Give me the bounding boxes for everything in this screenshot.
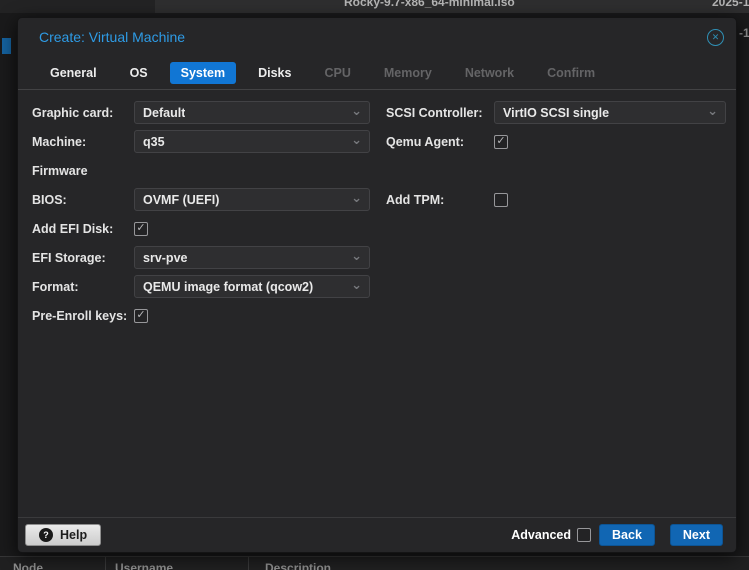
efi-storage-value: srv-pve [143,251,187,265]
scsi-controller-label: SCSI Controller: [386,106,494,120]
graphic-card-select[interactable]: Default ⌄ [134,101,370,124]
footer-actions: Advanced Back Next [511,524,723,546]
form-row-add-tpm: Add TPM: [386,185,726,214]
chevron-down-icon: ⌄ [707,111,718,115]
bios-value: OVMF (UEFI) [143,193,219,207]
background-table-header: Node Username Description [0,556,749,570]
form-row-format: Format: QEMU image format (qcow2) ⌄ [32,272,370,301]
format-select[interactable]: QEMU image format (qcow2) ⌄ [134,275,370,298]
form-row-graphic-card: Graphic card: Default ⌄ [32,98,370,127]
form-row-machine: Machine: q35 ⌄ [32,127,370,156]
form-row-qemu-agent: Qemu Agent: ✓ [386,127,726,156]
tab-memory: Memory [373,62,443,84]
add-tpm-label: Add TPM: [386,193,494,207]
tab-network: Network [454,62,525,84]
form-section-firmware: Firmware [32,156,370,185]
background-second-row-fragment: -1 [739,26,749,40]
graphic-card-value: Default [143,106,185,120]
form-row-add-efi-disk: Add EFI Disk: ✓ [32,214,370,243]
background-date-fragment: 2025-1 [712,0,749,9]
form-row-efi-storage: EFI Storage: srv-pve ⌄ [32,243,370,272]
background-iso-filename: Rocky-9.7-x86_64-minimal.iso [344,0,515,9]
question-circle-icon: ? [39,528,53,542]
machine-select[interactable]: q35 ⌄ [134,130,370,153]
column-divider [248,557,249,570]
form-column-right: SCSI Controller: VirtIO SCSI single ⌄ Qe… [386,98,726,214]
form-row-spacer [386,156,726,185]
pre-enroll-keys-checkbox[interactable]: ✓ [134,309,148,323]
column-header-description: Description [265,561,331,570]
column-header-username: Username [115,561,173,570]
help-button-label: Help [60,528,87,542]
tab-disks[interactable]: Disks [247,62,302,84]
qemu-agent-checkbox[interactable]: ✓ [494,135,508,149]
tab-general[interactable]: General [39,62,108,84]
background-iso-table-row: Rocky-9.7-x86_64-minimal.iso 2025-1 [0,0,749,13]
pre-enroll-keys-label: Pre-Enroll keys: [32,309,134,323]
efi-storage-label: EFI Storage: [32,251,134,265]
form-row-bios: BIOS: OVMF (UEFI) ⌄ [32,185,370,214]
background-selected-item-fragment [2,38,11,54]
graphic-card-label: Graphic card: [32,106,134,120]
create-vm-dialog: Create: Virtual Machine ✕ General OS Sys… [17,17,737,553]
add-efi-disk-label: Add EFI Disk: [32,222,134,236]
efi-storage-select[interactable]: srv-pve ⌄ [134,246,370,269]
bios-select[interactable]: OVMF (UEFI) ⌄ [134,188,370,211]
dialog-footer: ? Help Advanced Back Next [18,517,736,552]
tab-confirm: Confirm [536,62,606,84]
machine-label: Machine: [32,135,134,149]
dialog-title: Create: Virtual Machine [39,29,185,45]
back-button[interactable]: Back [599,524,655,546]
chevron-down-icon: ⌄ [351,140,362,144]
bios-label: BIOS: [32,193,134,207]
firmware-section-label: Firmware [32,164,134,178]
form-row-pre-enroll-keys: Pre-Enroll keys: ✓ [32,301,370,330]
chevron-down-icon: ⌄ [351,285,362,289]
advanced-checkbox[interactable] [577,528,591,542]
machine-value: q35 [143,135,165,149]
scsi-controller-value: VirtIO SCSI single [503,106,609,120]
chevron-down-icon: ⌄ [351,198,362,202]
tab-os[interactable]: OS [119,62,159,84]
wizard-tab-bar: General OS System Disks CPU Memory Netwo… [18,56,736,89]
dialog-header: Create: Virtual Machine ✕ [18,18,736,56]
tab-cpu: CPU [313,62,361,84]
tab-system[interactable]: System [170,62,236,84]
format-label: Format: [32,280,134,294]
add-efi-disk-checkbox[interactable]: ✓ [134,222,148,236]
qemu-agent-label: Qemu Agent: [386,135,494,149]
next-button[interactable]: Next [670,524,723,546]
help-button[interactable]: ? Help [25,524,101,546]
column-divider [105,557,106,570]
advanced-label: Advanced [511,528,571,542]
form-body: Graphic card: Default ⌄ Machine: q35 ⌄ F… [18,89,736,517]
format-value: QEMU image format (qcow2) [143,280,313,294]
form-column-left: Graphic card: Default ⌄ Machine: q35 ⌄ F… [32,98,370,330]
column-header-node: Node [13,561,43,570]
chevron-down-icon: ⌄ [351,256,362,260]
chevron-down-icon: ⌄ [351,111,362,115]
scsi-controller-select[interactable]: VirtIO SCSI single ⌄ [494,101,726,124]
form-row-scsi-controller: SCSI Controller: VirtIO SCSI single ⌄ [386,98,726,127]
add-tpm-checkbox[interactable] [494,193,508,207]
close-icon[interactable]: ✕ [707,29,724,46]
